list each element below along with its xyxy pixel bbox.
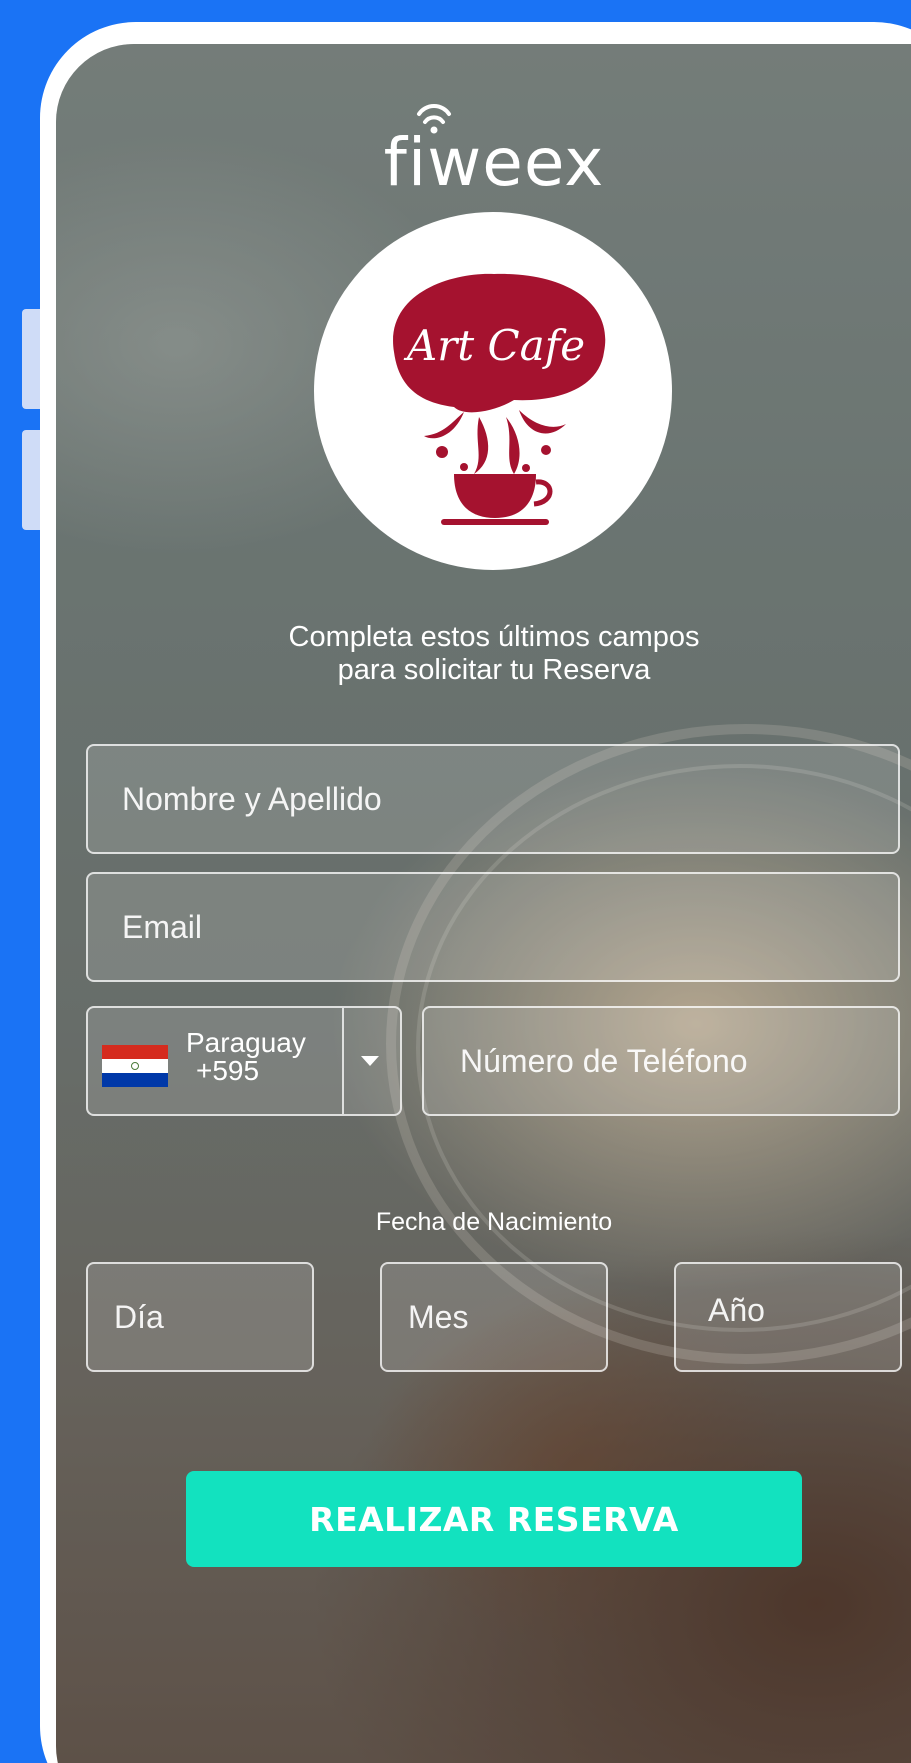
brand-logo-text: fiweex	[383, 124, 605, 201]
birth-month-placeholder: Mes	[408, 1298, 469, 1335]
email-field[interactable]: Email	[86, 872, 900, 982]
instruction-line-1: Completa estos últimos campos	[288, 621, 700, 653]
submit-reservation-button[interactable]: REALIZAR RESERVA	[186, 1471, 802, 1567]
art-cafe-logo: Art Cafe	[314, 212, 672, 570]
country-name: Paraguay	[186, 1027, 306, 1058]
birth-day-placeholder: Día	[114, 1298, 164, 1335]
birth-month-field[interactable]: Mes	[380, 1262, 608, 1372]
app-canvas: fiweex Art Cafe Completa estos últimos c…	[0, 0, 911, 1763]
chevron-down-icon[interactable]	[361, 1056, 379, 1066]
instruction-line-2: para solicitar tu Reserva	[337, 654, 651, 686]
birth-year-field[interactable]: Año	[674, 1262, 902, 1372]
country-dial-code: +595	[196, 1055, 260, 1086]
country-code-select[interactable]: Paraguay +595	[86, 1006, 402, 1116]
birth-date-label: Fecha de Nacimiento	[375, 1208, 613, 1236]
logo-text: Art Cafe	[403, 321, 585, 370]
birth-day-field[interactable]: Día	[86, 1262, 314, 1372]
full-name-placeholder: Nombre y Apellido	[122, 780, 382, 817]
birth-year-placeholder: Año	[708, 1292, 765, 1328]
paraguay-flag-icon	[102, 1045, 168, 1087]
phone-number-field[interactable]: Número de Teléfono	[422, 1006, 900, 1116]
phone-placeholder: Número de Teléfono	[460, 1042, 748, 1079]
form-instruction: Completa estos últimos campos para solic…	[56, 621, 911, 687]
phone-screen: fiweex Art Cafe Completa estos últimos c…	[56, 44, 911, 1763]
full-name-field[interactable]: Nombre y Apellido	[86, 744, 900, 854]
coffee-cup-splash-icon: Art Cafe	[393, 273, 606, 525]
email-placeholder: Email	[122, 908, 203, 945]
select-divider	[342, 1008, 344, 1114]
